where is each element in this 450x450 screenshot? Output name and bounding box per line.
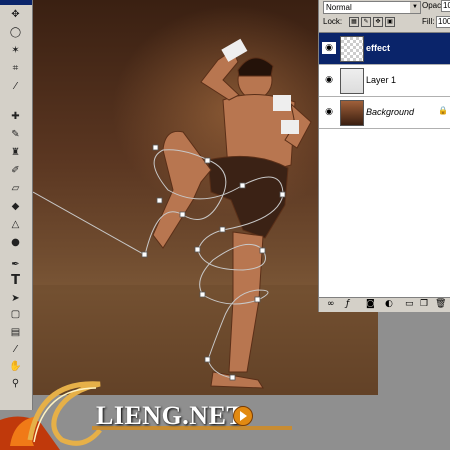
layer-row-effect[interactable]: ◉ effect: [319, 33, 450, 65]
new-group-icon[interactable]: ▭: [405, 299, 414, 309]
layer-style-icon[interactable]: ƒ: [346, 299, 349, 309]
layers-panel-footer: ∞ ƒ ◙ ◐ ▭ ❐ 🗑: [319, 297, 450, 312]
tools-palette-titlebar: [0, 0, 32, 5]
layer-thumbnail: [340, 68, 364, 94]
delete-layer-icon[interactable]: 🗑: [435, 299, 446, 309]
layer-thumbnail: [340, 100, 364, 126]
adjustment-layer-icon[interactable]: ◐: [385, 299, 393, 309]
path-selection-tool-icon[interactable]: ➤: [9, 292, 22, 305]
blend-mode-select[interactable]: Normal ▼: [323, 1, 421, 14]
notes-tool-icon[interactable]: ▤: [9, 326, 22, 339]
healing-brush-tool-icon[interactable]: ✚: [9, 110, 22, 123]
lasso-tool-icon[interactable]: ◯: [9, 26, 22, 39]
magic-wand-tool-icon[interactable]: ✶: [9, 44, 22, 57]
eraser-tool-icon[interactable]: ▱: [9, 182, 22, 195]
eye-icon[interactable]: ◉: [322, 74, 336, 86]
blur-tool-icon[interactable]: △: [9, 218, 22, 231]
dodge-tool-icon[interactable]: ●: [9, 236, 22, 249]
lock-move-icon[interactable]: ✥: [373, 17, 383, 27]
link-layers-icon[interactable]: ∞: [327, 299, 335, 309]
eye-icon[interactable]: ◉: [322, 42, 336, 54]
fill-field[interactable]: 100: [436, 16, 450, 28]
layer-name: Background: [366, 107, 415, 117]
lock-transparency-icon[interactable]: ▦: [349, 17, 359, 27]
layer-name: Layer 1: [366, 75, 397, 85]
eyedropper-tool-icon[interactable]: ⁄: [9, 80, 22, 93]
crop-tool-icon[interactable]: ⌗: [9, 62, 22, 75]
history-brush-tool-icon[interactable]: ✐: [9, 164, 22, 177]
layer-row-layer-1[interactable]: ◉ Layer 1: [319, 65, 450, 97]
lock-icon: 🔒: [438, 106, 448, 115]
tools-palette: ✥ ◯ ✶ ⌗ ⁄ ✚ ✎ ♜ ✐ ▱ ◆ △ ● ✒ T ➤ ▢ ▤ ⁄ ✋ …: [0, 0, 33, 410]
brush-tool-icon[interactable]: ✎: [9, 128, 22, 141]
new-layer-icon[interactable]: ❐: [420, 299, 428, 309]
layer-row-background[interactable]: ◉ Background 🔒: [319, 97, 450, 129]
layer-name: effect: [366, 43, 391, 53]
layer-mask-icon[interactable]: ◙: [366, 299, 375, 309]
type-tool-icon[interactable]: T: [9, 274, 22, 287]
lock-brush-icon[interactable]: ✎: [361, 17, 371, 27]
chevron-down-icon: ▼: [410, 2, 420, 13]
lock-label: Lock:: [323, 17, 343, 26]
pen-tool-icon[interactable]: ✒: [9, 258, 22, 271]
move-tool-icon[interactable]: ✥: [9, 8, 22, 21]
layers-panel: Normal ▼ Opacity: 100 Lock: ▦ ✎ ✥ ▣ Fill…: [318, 0, 450, 312]
shape-tool-icon[interactable]: ▢: [9, 308, 22, 321]
play-icon: [233, 406, 253, 426]
clone-stamp-tool-icon[interactable]: ♜: [9, 146, 22, 159]
layer-thumbnail: [340, 36, 364, 62]
logo-text: LIENG.NET: [96, 401, 245, 430]
blend-mode-value: Normal: [326, 3, 352, 12]
fill-label: Fill:: [422, 17, 435, 26]
lock-all-icon[interactable]: ▣: [385, 17, 395, 27]
eye-icon[interactable]: ◉: [322, 106, 336, 118]
opacity-field[interactable]: 100: [441, 0, 450, 12]
eyedropper-tool-2-icon[interactable]: ⁄: [9, 343, 22, 356]
layers-controls: Normal ▼ Opacity: 100 Lock: ▦ ✎ ✥ ▣ Fill…: [319, 0, 450, 33]
paint-bucket-tool-icon[interactable]: ◆: [9, 200, 22, 213]
